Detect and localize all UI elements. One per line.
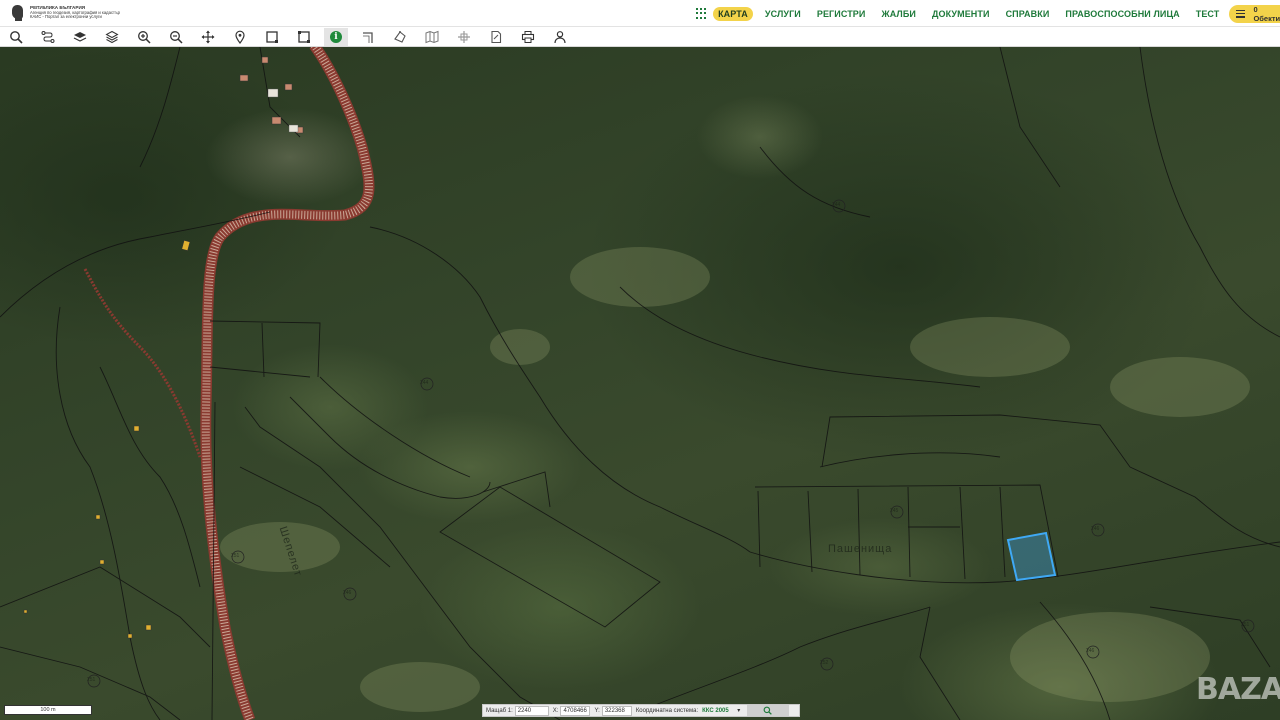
nav-item-registers[interactable]: РЕГИСТРИ (817, 9, 866, 19)
logo-line-3: КАИС - Портал за електронни услуги (30, 14, 102, 20)
info-tool-button[interactable]: i (324, 28, 348, 46)
parcel-number[interactable]: 244 (832, 202, 840, 208)
parcel-number[interactable]: 246 (343, 590, 351, 596)
hamburger-icon (1236, 9, 1246, 18)
route-icon[interactable] (36, 28, 60, 46)
scale-label: Мащаб 1: (486, 707, 513, 714)
x-coordinate-field[interactable]: 4708466 (560, 705, 591, 716)
select-rect-alt-icon[interactable] (292, 28, 316, 46)
nav-item-references[interactable]: СПРАВКИ (1006, 9, 1050, 19)
pan-icon[interactable] (196, 28, 220, 46)
parcel-number[interactable]: 251 (87, 677, 95, 683)
nav-item-test[interactable]: ТЕСТ (1196, 9, 1220, 19)
layers-stack-icon[interactable] (100, 28, 124, 46)
agency-logo[interactable]: РЕПУБЛИКА БЪЛГАРИЯ Агенция по геодезия, … (10, 0, 120, 27)
place-name-label: Пашенища (828, 543, 893, 555)
logo-text: РЕПУБЛИКА БЪЛГАРИЯ Агенция по геодезия, … (30, 6, 120, 20)
coordinate-system-label: Координатна система: (635, 707, 699, 714)
y-label: Y: (594, 707, 600, 714)
top-header: РЕПУБЛИКА БЪЛГАРИЯ Агенция по геодезия, … (0, 0, 1280, 27)
apps-grid-icon[interactable] (696, 7, 707, 20)
zoom-in-icon[interactable] (132, 28, 156, 46)
parcel-number[interactable]: 252 (820, 660, 828, 666)
select-rect-icon[interactable] (260, 28, 284, 46)
print-icon[interactable] (516, 28, 540, 46)
parcel-number[interactable]: 246 (1086, 648, 1094, 654)
watermark-logo: BAZAR (1196, 672, 1280, 707)
measure-corner-icon[interactable] (356, 28, 380, 46)
layers-icon[interactable] (68, 28, 92, 46)
coordinate-system-select[interactable]: ККС 2005 (702, 708, 729, 714)
document-edit-icon[interactable] (484, 28, 508, 46)
y-coordinate-field[interactable]: 322368 (601, 705, 632, 716)
parcel-number[interactable]: 245 (890, 508, 898, 514)
plot-icon[interactable] (452, 28, 476, 46)
map-toolbar: i (0, 27, 1280, 47)
location-pin-icon[interactable] (228, 28, 252, 46)
objects-count-label: 0 Обекти (1253, 4, 1280, 23)
search-icon (763, 706, 773, 715)
parcel-number[interactable]: 251 (231, 553, 239, 559)
objects-cart-button[interactable]: 0 Обекти ↓ (1229, 4, 1280, 23)
cadastral-overlay (0, 47, 1280, 720)
search-icon[interactable] (4, 28, 28, 46)
parcel-number[interactable]: 246 (1091, 526, 1099, 532)
scale-input[interactable]: 2240 (514, 705, 549, 716)
cadastral-map[interactable]: 244 244 245 246 246 251 252 246 251 251 … (0, 47, 1280, 720)
x-label: X: (552, 707, 559, 714)
parcel-number[interactable]: 244 (420, 380, 428, 386)
scale-bar: 100 m (4, 705, 92, 715)
chevron-down-icon[interactable]: ▾ (735, 707, 743, 714)
nav-item-services[interactable]: УСЛУГИ (765, 9, 801, 19)
measure-area-icon[interactable] (388, 28, 412, 46)
nav-item-licensed-persons[interactable]: ПРАВОСПОСОБНИ ЛИЦА (1065, 9, 1179, 19)
nav-item-complaints[interactable]: ЖАЛБИ (881, 9, 916, 19)
coordinate-search-button[interactable] (746, 705, 789, 716)
lion-emblem-icon (10, 4, 26, 22)
parcel-number[interactable]: 251 (1241, 622, 1249, 628)
nav-item-documents[interactable]: ДОКУМЕНТИ (932, 9, 990, 19)
info-icon: i (330, 31, 342, 43)
user-icon[interactable] (548, 28, 572, 46)
coordinate-status-bar: Мащаб 1: 2240 X: 4708466 Y: 322368 Коорд… (482, 704, 800, 717)
nav-item-map[interactable]: КАРТА (713, 6, 753, 21)
zoom-out-icon[interactable] (164, 28, 188, 46)
map-icon[interactable] (420, 28, 444, 46)
main-nav: КАРТА УСЛУГИ РЕГИСТРИ ЖАЛБИ ДОКУМЕНТИ СП… (696, 0, 1280, 27)
